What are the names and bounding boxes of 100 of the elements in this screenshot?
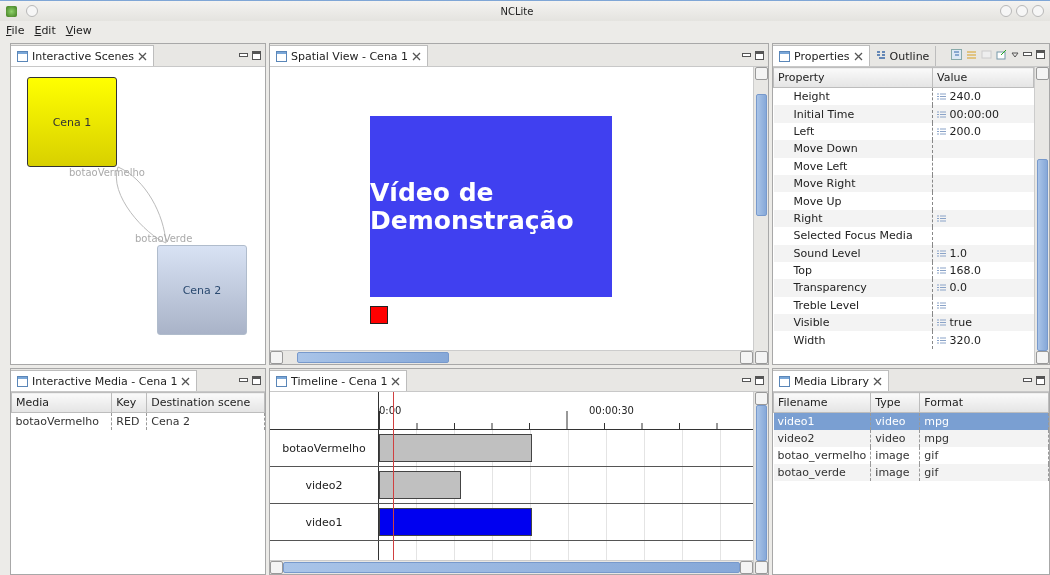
maximize-icon[interactable]: [755, 376, 764, 385]
video-caption: Vídeo de Demonstração: [370, 179, 575, 234]
track-label: video1: [304, 514, 344, 531]
column-header[interactable]: Property: [773, 67, 933, 88]
property-value[interactable]: 320.0: [932, 331, 1034, 349]
close-icon[interactable]: [873, 376, 882, 386]
close-icon[interactable]: [391, 376, 401, 386]
property-value[interactable]: true: [932, 314, 1034, 332]
vertical-scrollbar[interactable]: [753, 67, 768, 364]
table-row[interactable]: botao_vermelho image gif: [773, 447, 1049, 464]
edit-value-icon: [937, 267, 946, 275]
minimize-icon[interactable]: [742, 53, 751, 58]
table-row[interactable]: botao_verde image gif: [773, 464, 1049, 481]
minimize-icon[interactable]: [239, 53, 248, 58]
edit-value-icon: [937, 284, 946, 292]
outline-icon: [875, 51, 886, 61]
column-header[interactable]: Value: [932, 67, 1034, 88]
view-icon: [17, 375, 28, 387]
app-icon: [6, 5, 17, 17]
property-value[interactable]: 0.0: [932, 279, 1034, 297]
media-bar[interactable]: [379, 434, 533, 462]
view-tab[interactable]: Spatial View - Cena 1: [270, 45, 429, 66]
property-value[interactable]: 00:00:00: [932, 105, 1034, 123]
vertical-scrollbar[interactable]: [1034, 67, 1049, 364]
maximize-icon[interactable]: [1036, 376, 1045, 385]
property-name: Selected Focus Media: [773, 227, 933, 245]
dropdown-icon[interactable]: [1011, 51, 1019, 58]
property-name: Transparency: [773, 279, 933, 297]
view-icon: [276, 50, 287, 62]
table-cell: botao_verde: [773, 464, 871, 481]
video-region[interactable]: Vídeo de Demonstração: [370, 116, 612, 297]
view-icon: [276, 375, 287, 387]
column-header[interactable]: Key: [111, 392, 147, 413]
column-header[interactable]: Media: [11, 392, 112, 413]
track-label: botaoVermelho: [281, 440, 367, 457]
tab-label[interactable]: Timeline - Cena 1: [291, 374, 388, 388]
property-name: Move Up: [773, 192, 933, 210]
column-header[interactable]: Format: [919, 392, 1049, 413]
tab-label[interactable]: Spatial View - Cena 1: [291, 49, 409, 63]
maximize-icon[interactable]: [252, 376, 261, 385]
menu-item[interactable]: Edit: [34, 23, 56, 37]
horizontal-scrollbar[interactable]: [270, 350, 753, 364]
property-name: Move Down: [773, 140, 933, 158]
scene-node[interactable]: Cena 2: [157, 245, 247, 335]
table-cell: botaoVermelho: [11, 412, 112, 430]
view-icon: [779, 50, 790, 62]
scene-node[interactable]: Cena 1: [27, 77, 117, 167]
view-icon: [17, 50, 28, 62]
tab-label[interactable]: Media Library: [794, 374, 869, 388]
tab-label[interactable]: Interactive Scenes: [32, 49, 135, 63]
tab-label[interactable]: Interactive Media - Cena 1: [32, 374, 178, 388]
edit-value-icon: [937, 336, 946, 344]
maximize-icon[interactable]: [755, 51, 764, 60]
transition-label: botaoVermelho: [69, 167, 145, 178]
edit-value-icon: [937, 249, 946, 257]
edit-value-icon: [937, 301, 946, 309]
view-tab[interactable]: Media Library: [773, 370, 889, 391]
export-icon[interactable]: [996, 49, 1007, 60]
column-header[interactable]: Destination scene: [146, 392, 265, 413]
close-icon[interactable]: [853, 51, 863, 61]
minimize-icon[interactable]: [742, 378, 751, 383]
close-icon[interactable]: [138, 51, 148, 61]
edit-value-icon: [937, 214, 946, 222]
time-tick-label: 00:00:30: [589, 405, 634, 416]
transition-label: botaoVerde: [135, 233, 193, 244]
table-row[interactable]: video2 video mpg: [773, 430, 1049, 447]
maximize-icon[interactable]: [252, 51, 261, 60]
column-header[interactable]: Filename: [773, 392, 871, 413]
table-cell: gif: [919, 464, 1049, 481]
minimize-icon[interactable]: [1023, 378, 1032, 383]
edit-value-icon: [937, 319, 946, 327]
minimize-icon[interactable]: [239, 378, 248, 383]
view-tab[interactable]: Properties: [773, 45, 870, 66]
tab-label[interactable]: Properties: [794, 49, 850, 63]
window-title: NCLite: [499, 5, 535, 17]
media-bar[interactable]: [379, 471, 462, 499]
column-header[interactable]: Type: [870, 392, 920, 413]
maximize-icon[interactable]: [1036, 50, 1045, 59]
menu-item[interactable]: View: [65, 23, 92, 37]
edit-value-icon: [937, 93, 946, 101]
view-icon: [779, 375, 790, 387]
menu-item[interactable]: File: [6, 23, 25, 37]
close-icon[interactable]: [181, 376, 191, 386]
table-cell: image: [870, 464, 920, 481]
property-name: Width: [773, 331, 933, 349]
table-cell: Cena 2: [146, 412, 265, 430]
button-region[interactable]: [370, 306, 388, 324]
property-name: Initial Time: [773, 105, 933, 123]
vertical-scrollbar[interactable]: [753, 392, 768, 574]
property-name: Visible: [773, 314, 933, 332]
horizontal-scrollbar[interactable]: [270, 560, 753, 574]
edit-value-icon: [937, 127, 946, 135]
minimize-icon[interactable]: [1023, 52, 1032, 57]
view-tab[interactable]: Timeline - Cena 1: [270, 370, 408, 391]
track-label: video2: [304, 477, 344, 494]
tab-label[interactable]: Outline: [889, 49, 930, 63]
view-tab[interactable]: Interactive Scenes: [11, 45, 155, 66]
edit-value-icon: [937, 110, 946, 118]
close-icon[interactable]: [412, 51, 422, 61]
view-tab[interactable]: Interactive Media - Cena 1: [11, 370, 198, 391]
